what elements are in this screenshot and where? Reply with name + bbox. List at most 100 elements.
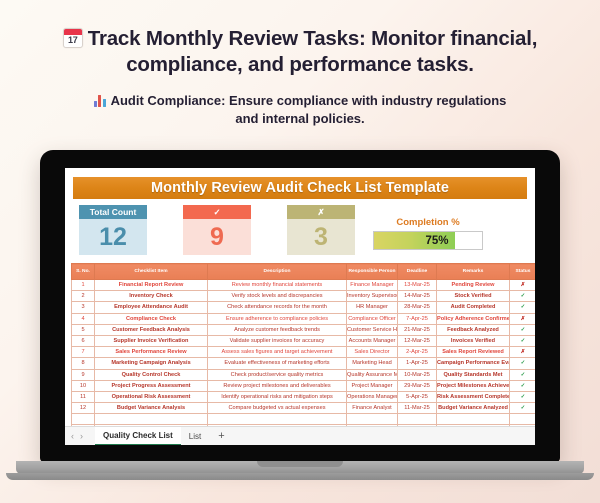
cell-item[interactable]: Marketing Campaign Analysis	[94, 357, 208, 370]
add-sheet-button[interactable]: +	[209, 430, 233, 442]
cell-remarks[interactable]: Policy Adherence Confirmed	[436, 312, 510, 325]
status-cross-icon[interactable]: ✗	[509, 346, 535, 359]
cell-deadline[interactable]: 13-Mar-25	[397, 278, 437, 292]
cell-item[interactable]: Project Progress Assessment	[94, 379, 208, 392]
cell-responsible-person[interactable]: Finance Manager	[346, 278, 398, 292]
cell-description[interactable]: Verify stock levels and discrepancies	[207, 290, 347, 303]
cell-description[interactable]: Review project milestones and deliverabl…	[207, 379, 347, 392]
cell-deadline[interactable]: 11-Mar-25	[397, 402, 437, 415]
status-check-icon[interactable]: ✓	[509, 334, 535, 348]
table-row-empty[interactable]	[71, 413, 535, 426]
cell-deadline[interactable]: 1-Apr-25	[397, 357, 437, 370]
cell-sno[interactable]: 6	[71, 334, 95, 348]
cell-remarks[interactable]: Feedback Analyzed	[436, 323, 510, 336]
cell-remarks[interactable]: Pending Review	[436, 278, 510, 292]
cell-description[interactable]: Compare budgeted vs actual expenses	[207, 402, 347, 415]
cell-responsible-person[interactable]: Sales Director	[346, 346, 398, 359]
table-row[interactable]: 12 Budget Variance Analysis Compare budget…	[71, 402, 535, 415]
cell-sno[interactable]: 4	[71, 312, 95, 325]
cell-responsible-person[interactable]: Accounts Manager	[346, 334, 398, 348]
cell-empty[interactable]	[346, 413, 398, 426]
table-row[interactable]: 7 Sales Performance Review Assess sales fi…	[71, 346, 535, 359]
cell-description[interactable]: Check product/service quality metrics	[207, 368, 347, 381]
cell-description[interactable]: Analyze customer feedback trends	[207, 323, 347, 336]
cell-description[interactable]: Check attendance records for the month	[207, 301, 347, 314]
cell-sno[interactable]: 10	[71, 379, 95, 392]
cell-responsible-person[interactable]: Inventory Supervisor	[346, 290, 398, 303]
col-resp[interactable]: Responsible Person	[346, 263, 398, 280]
cell-item[interactable]: Inventory Check	[94, 290, 208, 303]
sheet-tab-quality-check-list[interactable]: Quality Check List	[95, 426, 181, 445]
cell-responsible-person[interactable]: Compliance Officer	[346, 312, 398, 325]
cell-deadline[interactable]: 7-Apr-25	[397, 312, 437, 325]
cell-responsible-person[interactable]: HR Manager	[346, 301, 398, 314]
cell-remarks[interactable]: Budget Variance Analyzed	[436, 402, 510, 415]
table-row[interactable]: 9 Quality Control Check Check product/serv…	[71, 368, 535, 381]
table-row[interactable]: 11 Operational Risk Assessment Identify op…	[71, 390, 535, 404]
col-deadline[interactable]: Deadline	[397, 263, 437, 280]
cell-empty[interactable]	[71, 413, 95, 426]
chevron-left-icon[interactable]: ‹	[71, 431, 74, 441]
cell-item[interactable]: Supplier Invoice Verification	[94, 334, 208, 348]
status-check-icon[interactable]: ✓	[509, 390, 535, 404]
cell-responsible-person[interactable]: Customer Service Head	[346, 323, 398, 336]
cell-item[interactable]: Budget Variance Analysis	[94, 402, 208, 415]
table-row[interactable]: 10 Project Progress Assessment Review proj…	[71, 379, 535, 392]
cell-sno[interactable]: 2	[71, 290, 95, 303]
cell-item[interactable]: Financial Report Review	[94, 278, 208, 292]
cell-description[interactable]: Assess sales figures and target achievem…	[207, 346, 347, 359]
cell-description[interactable]: Identify operational risks and mitigatio…	[207, 390, 347, 404]
col-item[interactable]: Checklist Item	[94, 263, 208, 280]
table-row[interactable]: 1 Financial Report Review Review monthly f…	[71, 278, 535, 292]
cell-deadline[interactable]: 28-Mar-25	[397, 301, 437, 314]
col-sno[interactable]: S. No.	[71, 263, 95, 280]
table-row[interactable]: 3 Employee Attendance Audit Check attendan…	[71, 301, 535, 314]
col-remarks[interactable]: Remarks	[436, 263, 510, 280]
chevron-right-icon[interactable]: ›	[80, 431, 83, 441]
cell-empty[interactable]	[94, 413, 208, 426]
cell-deadline[interactable]: 2-Apr-25	[397, 346, 437, 359]
cell-remarks[interactable]: Sales Report Reviewed	[436, 346, 510, 359]
cell-deadline[interactable]: 29-Mar-25	[397, 379, 437, 392]
cell-sno[interactable]: 1	[71, 278, 95, 292]
status-cross-icon[interactable]: ✗	[509, 278, 535, 292]
cell-empty[interactable]	[207, 413, 347, 426]
sheet-tab-list[interactable]: List	[181, 428, 209, 445]
table-row[interactable]: 5 Customer Feedback Analysis Analyze custo…	[71, 323, 535, 336]
cell-responsible-person[interactable]: Operations Manager	[346, 390, 398, 404]
cell-deadline[interactable]: 12-Mar-25	[397, 334, 437, 348]
status-check-icon[interactable]: ✓	[509, 402, 535, 415]
cell-responsible-person[interactable]: Finance Analyst	[346, 402, 398, 415]
cell-responsible-person[interactable]: Marketing Head	[346, 357, 398, 370]
cell-responsible-person[interactable]: Project Manager	[346, 379, 398, 392]
cell-remarks[interactable]: Audit Completed	[436, 301, 510, 314]
col-status[interactable]: Status	[509, 263, 535, 280]
cell-sno[interactable]: 3	[71, 301, 95, 314]
cell-empty[interactable]	[397, 413, 437, 426]
cell-item[interactable]: Customer Feedback Analysis	[94, 323, 208, 336]
cell-remarks[interactable]: Invoices Verified	[436, 334, 510, 348]
cell-deadline[interactable]: 14-Mar-25	[397, 290, 437, 303]
cell-deadline[interactable]: 21-Mar-25	[397, 323, 437, 336]
cell-remarks[interactable]: Risk Assessment Completed	[436, 390, 510, 404]
status-check-icon[interactable]: ✓	[509, 290, 535, 303]
cell-sno[interactable]: 9	[71, 368, 95, 381]
status-check-icon[interactable]: ✓	[509, 379, 535, 392]
table-row[interactable]: 2 Inventory Check Verify stock levels and …	[71, 290, 535, 303]
status-check-icon[interactable]: ✓	[509, 357, 535, 370]
cell-deadline[interactable]: 5-Apr-25	[397, 390, 437, 404]
cell-remarks[interactable]: Project Milestones Achieved	[436, 379, 510, 392]
cell-sno[interactable]: 12	[71, 402, 95, 415]
cell-item[interactable]: Quality Control Check	[94, 368, 208, 381]
status-cross-icon[interactable]: ✗	[509, 312, 535, 325]
table-row[interactable]: 6 Supplier Invoice Verification Validate s…	[71, 334, 535, 348]
cell-description[interactable]: Ensure adherence to compliance policies	[207, 312, 347, 325]
cell-empty[interactable]	[436, 413, 510, 426]
cell-sno[interactable]: 5	[71, 323, 95, 336]
status-check-icon[interactable]: ✓	[509, 301, 535, 314]
status-check-icon[interactable]: ✓	[509, 323, 535, 336]
cell-remarks[interactable]: Quality Standards Met	[436, 368, 510, 381]
status-check-icon[interactable]: ✓	[509, 368, 535, 381]
cell-description[interactable]: Evaluate effectiveness of marketing effo…	[207, 357, 347, 370]
cell-sno[interactable]: 11	[71, 390, 95, 404]
